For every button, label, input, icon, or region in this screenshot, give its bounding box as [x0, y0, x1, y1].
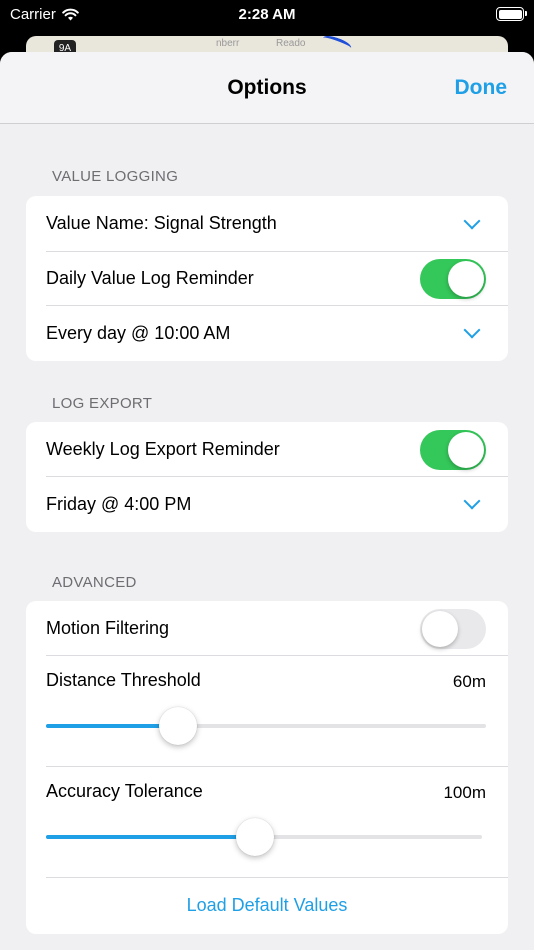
nav-bar: Options Done	[0, 52, 534, 124]
section-header-value-logging: VALUE LOGGING	[52, 168, 179, 185]
weekly-reminder-row: Weekly Log Export Reminder	[26, 422, 508, 476]
daily-reminder-row: Daily Value Log Reminder	[26, 251, 508, 305]
weekly-schedule-label: Friday @ 4:00 PM	[46, 493, 192, 514]
options-sheet: Options Done VALUE LOGGING Value Name: S…	[0, 52, 534, 950]
status-bar: Carrier 2:28 AM	[0, 0, 534, 30]
distance-threshold-slider[interactable]	[46, 707, 486, 745]
map-route-line	[321, 36, 353, 53]
daily-reminder-toggle[interactable]	[420, 259, 486, 299]
daily-schedule-label: Every day @ 10:00 AM	[46, 322, 231, 343]
weekly-schedule-row[interactable]: Friday @ 4:00 PM	[26, 476, 508, 532]
value-name-label: Value Name: Signal Strength	[46, 213, 277, 233]
slider-fill	[46, 835, 256, 839]
status-time: 2:28 AM	[238, 6, 296, 23]
accuracy-tolerance-row: Accuracy Tolerance 100m	[26, 766, 508, 877]
distance-threshold-row: Distance Threshold 60m	[26, 655, 508, 766]
motion-filtering-toggle[interactable]	[420, 609, 486, 649]
advanced-group: Motion Filtering Distance Threshold 60m …	[26, 601, 508, 934]
slider-thumb[interactable]	[159, 707, 197, 745]
accuracy-tolerance-value: 100m	[443, 783, 486, 802]
motion-filtering-row: Motion Filtering	[26, 601, 508, 655]
slider-thumb[interactable]	[236, 818, 275, 856]
value-logging-group: Value Name: Signal Strength Daily Value …	[26, 196, 508, 361]
accuracy-tolerance-label: Accuracy Tolerance	[46, 781, 203, 801]
done-button[interactable]: Done	[455, 76, 508, 100]
battery-icon	[496, 7, 527, 21]
map-street-label: nberr	[216, 38, 240, 49]
section-header-log-export: LOG EXPORT	[52, 395, 153, 412]
log-export-group: Weekly Log Export Reminder Friday @ 4:00…	[26, 422, 508, 532]
weekly-reminder-toggle[interactable]	[420, 430, 486, 470]
value-name-row[interactable]: Value Name: Signal Strength	[26, 196, 508, 251]
accuracy-tolerance-slider[interactable]	[46, 818, 482, 856]
daily-schedule-row[interactable]: Every day @ 10:00 AM	[26, 305, 508, 361]
distance-threshold-label: Distance Threshold	[46, 670, 201, 690]
distance-threshold-value: 60m	[452, 672, 486, 691]
section-header-advanced: ADVANCED	[52, 574, 137, 591]
load-defaults-button[interactable]: Load Default Values	[26, 877, 508, 934]
map-street-label: Reado	[276, 38, 306, 49]
